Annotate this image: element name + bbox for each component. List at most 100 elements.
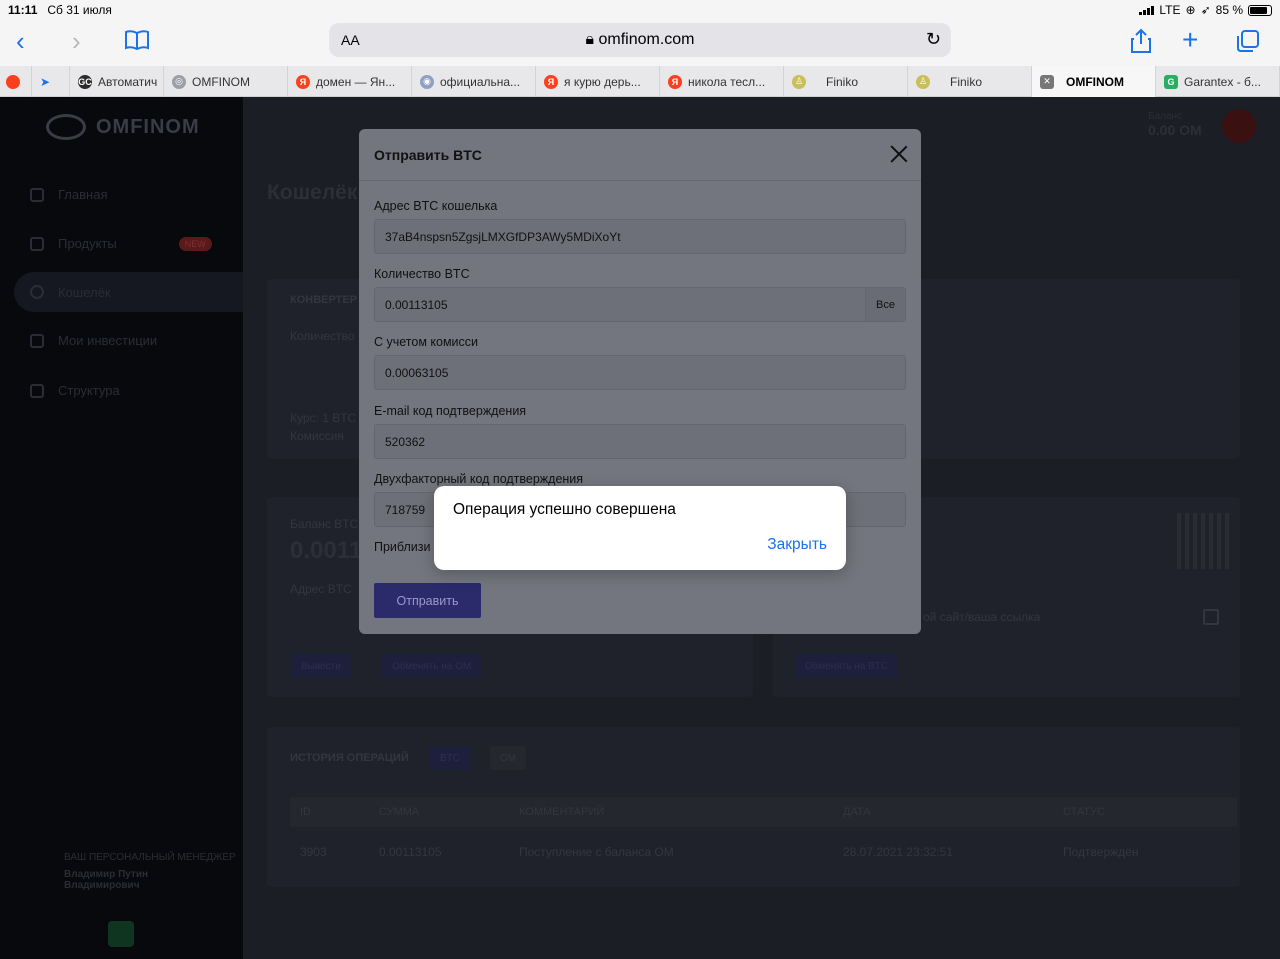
referral-hint: ой сайт/ваша ссылка (923, 610, 1041, 624)
history-title: ИСТОРИЯ ОПЕРАЦИЙ (290, 752, 409, 764)
alert-close-button[interactable]: Закрыть (767, 536, 827, 554)
reader-aa-button[interactable]: AA (341, 32, 360, 48)
location-icon: ➶ (1200, 3, 1211, 17)
fee-label: С учетом комисси (374, 335, 479, 349)
tabs-icon[interactable] (1236, 29, 1260, 57)
amount-field[interactable]: 0.00113105 Все (374, 287, 906, 322)
sidebar: OMFINOM Главная Продукты NEW Кошелёк Мои … (0, 97, 243, 959)
alert-message: Операция успешно совершена (453, 501, 676, 518)
table-header: ДАТА (843, 806, 871, 818)
table-header: ID (300, 806, 311, 818)
fee-field[interactable]: 0.00063105 (374, 355, 906, 390)
manager-name: Владимир Путин (64, 869, 149, 880)
tab-favicon: Я (544, 74, 558, 89)
address-bar[interactable]: AA 🔒︎ omfinom.com ↻ (329, 23, 951, 57)
table-cell: Подтверждён (1063, 845, 1139, 859)
investments-icon (30, 333, 44, 348)
tab-telegram[interactable]: ➤ (32, 66, 70, 97)
table-cell: 3903 (300, 845, 327, 859)
nav-structure[interactable]: Структура (30, 383, 120, 398)
all-button[interactable]: Все (865, 288, 905, 321)
forward-icon[interactable]: › (72, 28, 81, 54)
tab-3[interactable]: ◉ официальна... (412, 66, 536, 97)
battery-label: 85 % (1215, 3, 1243, 17)
close-icon[interactable] (890, 145, 908, 163)
modal-title: Отправить BTC (374, 146, 482, 163)
tab-0[interactable]: GC Автоматич (70, 66, 164, 97)
balance-widget: Баланс 0.00 OM (1148, 111, 1202, 138)
converter-amount-label: Количество (290, 329, 355, 343)
tab-8-active[interactable]: ✕ OMFINOM (1032, 66, 1156, 97)
nav-home[interactable]: Главная (30, 187, 107, 202)
structure-icon (30, 383, 44, 398)
network-label: LTE (1159, 3, 1181, 17)
nav-investments[interactable]: Мои инвестиции (30, 333, 157, 348)
tab-favicon (6, 74, 20, 89)
lock-icon: 🔒︎ (585, 31, 599, 48)
withdraw-button[interactable]: Вывести (291, 654, 351, 678)
share-icon[interactable] (1130, 28, 1152, 58)
close-tab-icon[interactable]: ✕ (1040, 74, 1054, 89)
tab-9[interactable]: G Garantex - б... (1156, 66, 1280, 97)
tab-5[interactable]: Яникола тесл... (660, 66, 784, 97)
telegram-icon: ➤ (40, 74, 51, 89)
browser-toolbar: ‹ › AA 🔒︎ omfinom.com ↻ + (0, 20, 1280, 66)
address-field[interactable]: 37aB4nspsn5ZgsjLMXGfDP3AWy5MDiXoYt (374, 219, 906, 254)
history-tab-btc[interactable]: BTC (430, 746, 470, 770)
table-header: КОММЕНТАРИЙ (519, 806, 605, 818)
avatar[interactable] (1222, 109, 1256, 143)
status-time: 11:11 (8, 3, 38, 17)
commission-label: Комиссия (290, 429, 344, 443)
amount-label: Количество BTC (374, 267, 470, 281)
tab-favicon: ◉ (420, 74, 434, 89)
table-header: СУММА (379, 806, 420, 818)
tab-favicon: G (1164, 74, 1178, 89)
email-code-label: E-mail код подтверждения (374, 404, 527, 418)
tab-bar: ➤ GC Автоматич ◎ OMFINOM Ядомен — Ян... ◉ о… (0, 66, 1280, 97)
nav-products[interactable]: Продукты NEW (30, 236, 212, 251)
exchange-om-button[interactable]: Обменять на OM (382, 654, 482, 678)
converter-title: КОНВЕРТЕР (290, 294, 358, 306)
back-icon[interactable]: ‹ (16, 28, 25, 54)
approx-label: Приблизи (374, 540, 431, 554)
bookmarks-icon[interactable] (124, 29, 150, 55)
table-header-row: ID СУММА КОММЕНТАРИЙ ДАТА СТАТУС (290, 797, 1237, 827)
tab-4[interactable]: Яя курю дерь... (536, 66, 660, 97)
btc-address-label: Адрес BTC (290, 582, 352, 596)
table-cell: 0.00113105 (379, 845, 442, 859)
tab-1[interactable]: ◎ OMFINOM (164, 66, 288, 97)
copy-icon[interactable] (1203, 609, 1219, 625)
table-cell: Поступление с баланса OM (519, 845, 674, 859)
rate-label: Курс: 1 BTC (290, 411, 357, 425)
manager-name-2: Владимирович (64, 880, 140, 891)
status-date: Сб 31 июля (47, 3, 112, 17)
nav-wallet[interactable]: Кошелёк (14, 272, 243, 312)
qr-code-icon (1177, 513, 1233, 569)
tab-6[interactable]: ♙ Finiko (784, 66, 908, 97)
exchange-btc-button[interactable]: Обменять на BTC (795, 654, 899, 678)
tab-partial[interactable] (0, 66, 32, 97)
tab-7[interactable]: ♙ Finiko (908, 66, 1032, 97)
email-code-field[interactable]: 520362 (374, 424, 906, 459)
url-text: 🔒︎ omfinom.com (585, 31, 695, 48)
twofa-label: Двухфакторный код подтверждения (374, 472, 584, 486)
new-tab-icon[interactable]: + (1182, 26, 1198, 54)
send-button[interactable]: Отправить (374, 583, 481, 618)
history-tab-om[interactable]: OM (490, 746, 527, 770)
logo-icon (46, 114, 86, 140)
tab-favicon: GC (78, 74, 92, 89)
btc-balance-label: Баланс BTC (290, 517, 359, 531)
page-title: Кошелёк (267, 181, 358, 204)
history-card: ИСТОРИЯ ОПЕРАЦИЙ BTC OM ID СУММА КОММЕНТ… (267, 727, 1240, 887)
phone-button[interactable] (108, 921, 134, 947)
reload-icon[interactable]: ↻ (926, 29, 941, 50)
site-logo[interactable]: OMFINOM (46, 114, 200, 140)
status-bar: 11:11 Сб 31 июля LTE ⊕ ➶ 85 % (0, 0, 1280, 20)
tab-2[interactable]: Ядомен — Ян... (288, 66, 412, 97)
manager-block: ВАШ ПЕРСОНАЛЬНЫЙ МЕНЕДЖЕР Владимир Путин… (20, 852, 236, 891)
tab-favicon: Я (668, 74, 682, 89)
success-alert: Операция успешно совершена Закрыть (434, 486, 846, 570)
table-row: 3903 0.00113105 Поступление с баланса OM… (290, 837, 1237, 867)
signal-icon (1139, 5, 1155, 15)
tab-favicon: ♙ (792, 74, 806, 89)
